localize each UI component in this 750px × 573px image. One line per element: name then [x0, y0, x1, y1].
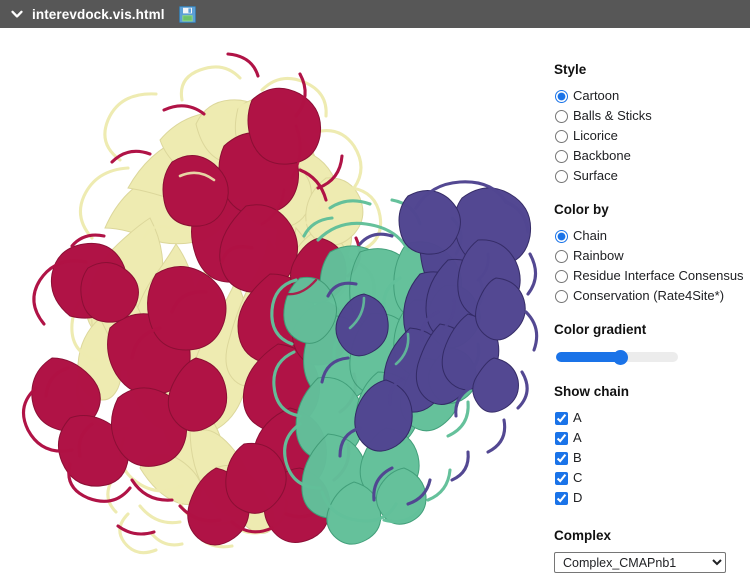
show-chain-option-a2[interactable]: A: [554, 428, 750, 448]
color-gradient-section: Color gradient: [554, 322, 750, 364]
style-option-label: Backbone: [573, 148, 631, 163]
style-radio-licorice[interactable]: [555, 129, 568, 143]
color-by-radio-conservation[interactable]: [555, 289, 568, 303]
show-chain-option-c[interactable]: C: [554, 468, 750, 488]
control-panel: Style Cartoon Balls & Sticks Licorice Ba…: [548, 28, 750, 573]
show-chain-option-label: C: [573, 470, 583, 485]
style-radio-backbone[interactable]: [555, 149, 568, 163]
style-option-label: Licorice: [573, 128, 618, 143]
complex-heading: Complex: [554, 528, 612, 543]
show-chain-option-label: A: [573, 410, 582, 425]
color-by-radio-residue-interface-consensus[interactable]: [555, 269, 568, 283]
color-by-heading: Color by: [554, 202, 609, 217]
style-option-cartoon[interactable]: Cartoon: [554, 86, 750, 106]
show-chain-checkbox-b[interactable]: [555, 451, 568, 465]
show-chain-checkbox-a2[interactable]: [555, 431, 568, 445]
color-by-option-label: Chain: [573, 228, 607, 243]
style-option-label: Cartoon: [573, 88, 620, 103]
show-chain-checkbox-d[interactable]: [555, 491, 568, 505]
color-gradient-slider-wrap: [554, 346, 750, 364]
show-chain-heading: Show chain: [554, 384, 630, 399]
color-by-section: Color by Chain Rainbow Residue Interface…: [554, 202, 750, 306]
style-option-label: Balls & Sticks: [573, 108, 652, 123]
style-radio-cartoon[interactable]: [555, 89, 568, 103]
color-by-option-rainbow[interactable]: Rainbow: [554, 246, 750, 266]
color-by-option-label: Conservation (Rate4Site*): [573, 288, 725, 303]
chevron-down-icon[interactable]: [8, 5, 26, 23]
floppy-disk-save-icon[interactable]: [178, 5, 196, 23]
show-chain-checkbox-a1[interactable]: [555, 411, 568, 425]
window-title: interevdock.vis.html: [32, 6, 165, 22]
molecule-viewer-canvas[interactable]: [0, 28, 545, 563]
style-option-licorice[interactable]: Licorice: [554, 126, 750, 146]
show-chain-option-b[interactable]: B: [554, 448, 750, 468]
show-chain-option-a1[interactable]: A: [554, 408, 750, 428]
style-radio-balls-and-sticks[interactable]: [555, 109, 568, 123]
color-by-option-chain[interactable]: Chain: [554, 226, 750, 246]
style-radio-surface[interactable]: [555, 169, 568, 183]
color-gradient-heading: Color gradient: [554, 322, 647, 337]
style-section: Style Cartoon Balls & Sticks Licorice Ba…: [554, 62, 750, 186]
show-chain-option-label: B: [573, 450, 582, 465]
style-option-balls-and-sticks[interactable]: Balls & Sticks: [554, 106, 750, 126]
style-option-label: Surface: [573, 168, 618, 183]
show-chain-section: Show chain A A B C D: [554, 384, 750, 508]
style-option-surface[interactable]: Surface: [554, 166, 750, 186]
window-titlebar: interevdock.vis.html: [0, 0, 750, 28]
color-by-option-label: Rainbow: [573, 248, 624, 263]
show-chain-option-label: A: [573, 430, 582, 445]
complex-section: Complex Complex_CMAPnb1: [554, 528, 750, 573]
color-by-option-residue-interface-consensus[interactable]: Residue Interface Consensus: [554, 266, 750, 286]
color-by-radio-chain[interactable]: [555, 229, 568, 243]
show-chain-checkbox-c[interactable]: [555, 471, 568, 485]
color-by-radio-rainbow[interactable]: [555, 249, 568, 263]
color-gradient-slider[interactable]: [556, 352, 678, 362]
color-by-option-label: Residue Interface Consensus: [573, 268, 744, 283]
app-content: Style Cartoon Balls & Sticks Licorice Ba…: [0, 28, 750, 573]
show-chain-option-d[interactable]: D: [554, 488, 750, 508]
color-by-option-conservation[interactable]: Conservation (Rate4Site*): [554, 286, 750, 306]
show-chain-option-label: D: [573, 490, 583, 505]
style-option-backbone[interactable]: Backbone: [554, 146, 750, 166]
style-heading: Style: [554, 62, 587, 77]
